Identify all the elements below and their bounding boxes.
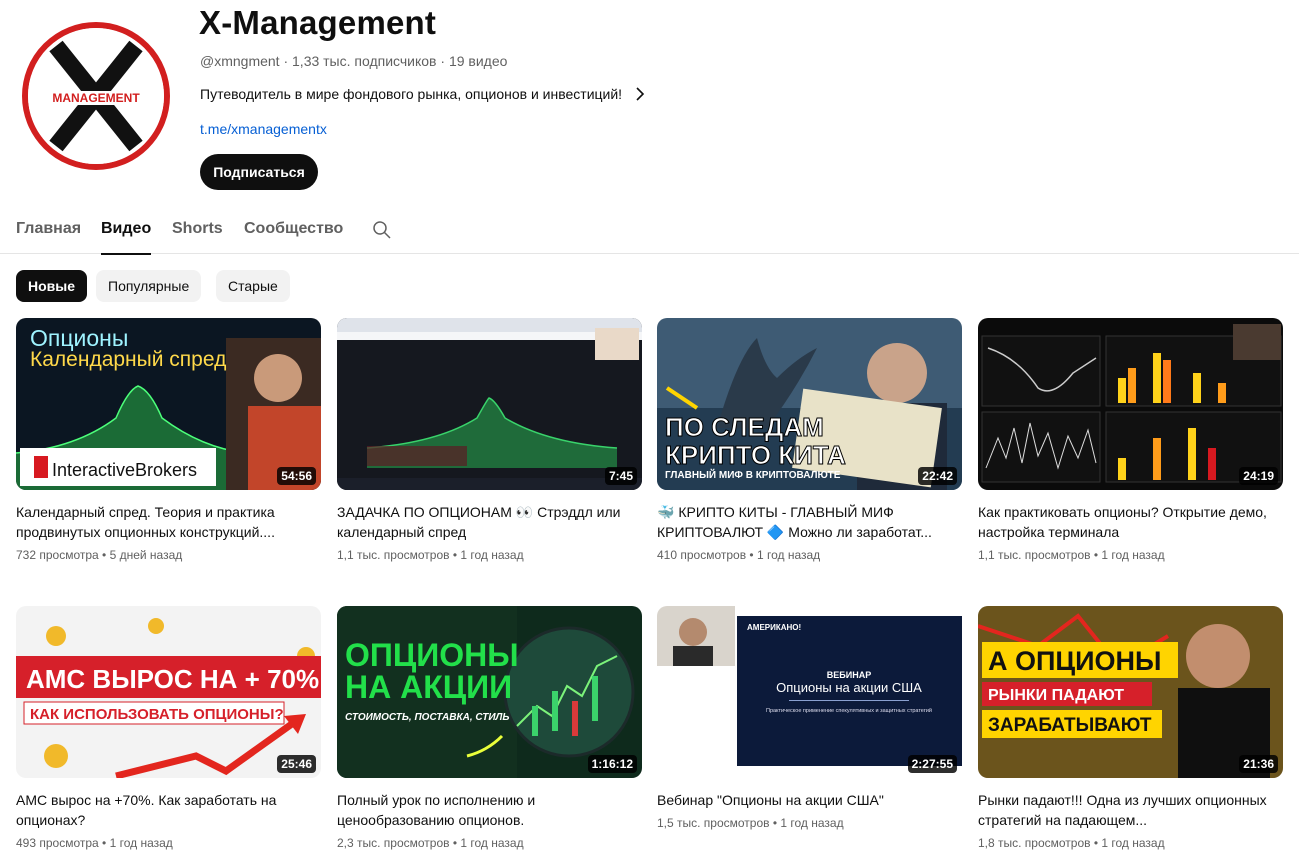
video-meta: 732 просмотра • 5 дней назад — [16, 548, 183, 562]
channel-title: X-Management — [199, 4, 437, 41]
svg-text:AMC ВЫРОС НА + 70%: AMC ВЫРОС НА + 70% — [26, 664, 319, 694]
video-card[interactable]: Опционы Календарный спред InteractiveBro… — [16, 318, 321, 562]
chip-oldest[interactable]: Старые — [216, 270, 290, 302]
video-title[interactable]: ЗАДАЧКА ПО ОПЦИОНАМ 👀 Стрэддл или календ… — [337, 502, 642, 542]
thumbnail-image: АМЕРИКАНО! ВЕБИНАР Опционы на акции США … — [657, 606, 962, 778]
video-thumbnail[interactable]: AMC ВЫРОС НА + 70% КАК ИСПОЛЬЗОВАТЬ ОПЦИ… — [16, 606, 321, 778]
svg-text:ЗАРАБАТЫВАЮТ: ЗАРАБАТЫВАЮТ — [988, 715, 1152, 736]
svg-text:Календарный спред: Календарный спред — [30, 348, 226, 371]
video-title[interactable]: Как практиковать опционы? Открытие демо,… — [978, 502, 1283, 542]
video-card[interactable]: 7:45 ЗАДАЧКА ПО ОПЦИОНАМ 👀 Стрэддл или к… — [337, 318, 642, 562]
video-title[interactable]: Рынки падают!!! Одна из лучших опционных… — [978, 790, 1283, 830]
video-thumbnail[interactable]: ПО СЛЕДАМ КРИПТО КИТА ГЛАВНЫЙ МИФ В КРИП… — [657, 318, 962, 490]
svg-text:КРИПТО КИТА: КРИПТО КИТА — [665, 440, 846, 470]
video-card[interactable]: АМЕРИКАНО! ВЕБИНАР Опционы на акции США … — [657, 606, 962, 830]
thumbnail-image: ОПЦИОНЫ НА АКЦИИ СТОИМОСТЬ, ПОСТАВКА, СТ… — [337, 606, 642, 778]
video-thumbnail[interactable]: АМЕРИКАНО! ВЕБИНАР Опционы на акции США … — [657, 606, 962, 778]
thumbnail-image: Опционы Календарный спред InteractiveBro… — [16, 318, 321, 490]
video-duration: 25:46 — [277, 755, 316, 773]
svg-text:АМЕРИКАНО!: АМЕРИКАНО! — [747, 623, 801, 632]
svg-text:Практическое применение спекул: Практическое применение спекулятивных и … — [766, 707, 932, 714]
video-title[interactable]: AMC вырос на +70%. Как заработать на опц… — [16, 790, 321, 830]
video-meta: 493 просмотра • 1 год назад — [16, 836, 173, 850]
video-thumbnail[interactable]: ОПЦИОНЫ НА АКЦИИ СТОИМОСТЬ, ПОСТАВКА, СТ… — [337, 606, 642, 778]
tab-community[interactable]: Сообщество — [244, 220, 343, 238]
svg-text:А ОПЦИОНЫ: А ОПЦИОНЫ — [988, 646, 1161, 676]
video-duration: 22:42 — [918, 467, 957, 485]
svg-text:СТОИМОСТЬ, ПОСТАВКА, СТИЛЬ: СТОИМОСТЬ, ПОСТАВКА, СТИЛЬ — [345, 712, 509, 723]
video-thumbnail[interactable]: 7:45 — [337, 318, 642, 490]
video-meta: 1,1 тыс. просмотров • 1 год назад — [978, 548, 1165, 562]
subscribe-button[interactable]: Подписаться — [200, 154, 318, 190]
chip-newest[interactable]: Новые — [16, 270, 88, 302]
video-meta: 1,5 тыс. просмотров • 1 год назад — [657, 816, 844, 830]
svg-text:InteractiveBrokers: InteractiveBrokers — [52, 460, 197, 480]
video-thumbnail[interactable]: Опционы Календарный спред InteractiveBro… — [16, 318, 321, 490]
channel-meta: @xmngment · 1,33 тыс. подписчиков · 19 в… — [200, 53, 508, 69]
svg-text:КАК ИСПОЛЬЗОВАТЬ ОПЦИОНЫ?: КАК ИСПОЛЬЗОВАТЬ ОПЦИОНЫ? — [30, 706, 284, 723]
thumbnail-image: ПО СЛЕДАМ КРИПТО КИТА ГЛАВНЫЙ МИФ В КРИП… — [657, 318, 962, 490]
video-title[interactable]: 🐳 КРИПТО КИТЫ - ГЛАВНЫЙ МИФ КРИПТОВАЛЮТ … — [657, 502, 962, 542]
channel-link[interactable]: t.me/xmanagementx — [200, 121, 327, 137]
channel-avatar: MANAGEMENT — [22, 22, 170, 170]
video-card[interactable]: 24:19 Как практиковать опционы? Открытие… — [978, 318, 1283, 562]
tab-home[interactable]: Главная — [16, 220, 81, 238]
video-meta: 410 просмотров • 1 год назад — [657, 548, 821, 562]
video-title[interactable]: Календарный спред. Теория и практика про… — [16, 502, 321, 542]
description-text: Путеводитель в мире фондового рынка, опц… — [200, 86, 623, 102]
video-thumbnail[interactable]: 24:19 — [978, 318, 1283, 490]
video-card[interactable]: AMC ВЫРОС НА + 70% КАК ИСПОЛЬЗОВАТЬ ОПЦИ… — [16, 606, 321, 850]
x-management-logo: MANAGEMENT — [28, 28, 164, 164]
video-duration: 24:19 — [1239, 467, 1278, 485]
video-meta: 2,3 тыс. просмотров • 1 год назад — [337, 836, 524, 850]
channel-tabs: Главная Видео Shorts Сообщество — [0, 206, 1299, 255]
video-title[interactable]: Полный урок по исполнению и ценообразова… — [337, 790, 642, 830]
chip-popular[interactable]: Популярные — [96, 270, 202, 302]
svg-text:ОПЦИОНЫ: ОПЦИОНЫ — [345, 637, 519, 673]
search-icon[interactable] — [372, 220, 392, 240]
video-duration: 2:27:55 — [907, 755, 957, 773]
svg-text:НА АКЦИИ: НА АКЦИИ — [345, 669, 512, 705]
video-card[interactable]: А ОПЦИОНЫ РЫНКИ ПАДАЮТ ЗАРАБАТЫВАЮТ 21:3… — [978, 606, 1283, 850]
video-card[interactable]: ОПЦИОНЫ НА АКЦИИ СТОИМОСТЬ, ПОСТАВКА, СТ… — [337, 606, 642, 850]
tab-videos[interactable]: Видео — [101, 220, 152, 255]
video-duration: 54:56 — [277, 467, 316, 485]
thumbnail-image: А ОПЦИОНЫ РЫНКИ ПАДАЮТ ЗАРАБАТЫВАЮТ — [978, 606, 1283, 778]
svg-text:MANAGEMENT: MANAGEMENT — [52, 91, 140, 105]
tab-shorts[interactable]: Shorts — [172, 220, 223, 238]
video-meta: 1,1 тыс. просмотров • 1 год назад — [337, 548, 524, 562]
video-thumbnail[interactable]: А ОПЦИОНЫ РЫНКИ ПАДАЮТ ЗАРАБАТЫВАЮТ 21:3… — [978, 606, 1283, 778]
video-duration: 1:16:12 — [587, 755, 637, 773]
thumbnail-image — [978, 318, 1283, 490]
channel-description[interactable]: Путеводитель в мире фондового рынка, опц… — [200, 86, 648, 102]
video-title[interactable]: Вебинар "Опционы на акции США" — [657, 790, 962, 810]
svg-text:ГЛАВНЫЙ МИФ В КРИПТОВАЛЮТЕ: ГЛАВНЫЙ МИФ В КРИПТОВАЛЮТЕ — [665, 468, 841, 481]
thumbnail-image: AMC ВЫРОС НА + 70% КАК ИСПОЛЬЗОВАТЬ ОПЦИ… — [16, 606, 321, 778]
video-duration: 21:36 — [1239, 755, 1278, 773]
svg-text:Опционы на акции США: Опционы на акции США — [776, 680, 922, 695]
video-meta: 1,8 тыс. просмотров • 1 год назад — [978, 836, 1165, 850]
svg-text:ВЕБИНАР: ВЕБИНАР — [827, 670, 871, 680]
thumbnail-image — [337, 318, 642, 490]
video-duration: 7:45 — [604, 467, 637, 485]
svg-text:РЫНКИ ПАДАЮТ: РЫНКИ ПАДАЮТ — [988, 687, 1124, 704]
video-card[interactable]: ПО СЛЕДАМ КРИПТО КИТА ГЛАВНЫЙ МИФ В КРИП… — [657, 318, 962, 562]
chevron-right-icon — [636, 87, 645, 101]
svg-text:ПО СЛЕДАМ: ПО СЛЕДАМ — [665, 412, 824, 442]
